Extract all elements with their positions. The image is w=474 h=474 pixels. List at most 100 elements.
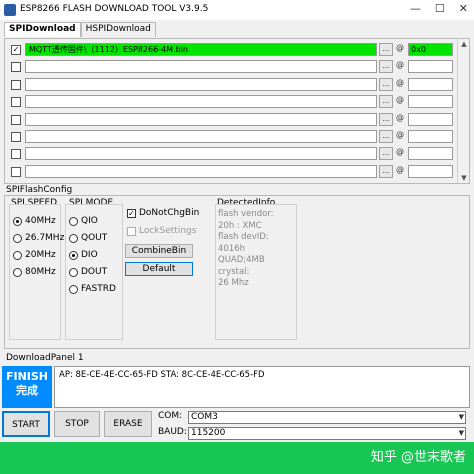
flash-address-input[interactable]: 0x0	[408, 43, 453, 56]
app-icon	[4, 4, 16, 16]
baud-rate-select[interactable]: 115200 ▼	[188, 427, 466, 440]
window-title: ESP8266 FLASH DOWNLOAD TOOL V3.9.5	[20, 4, 209, 14]
flash-address-input[interactable]	[408, 77, 453, 91]
tab-spidownload[interactable]: SPIDownload	[4, 22, 81, 37]
flash-address-input[interactable]	[408, 130, 453, 143]
file-path-input[interactable]: MQTT透传固件\（1112）ESP8266-4M.bin	[25, 43, 377, 56]
spi-speed-option[interactable]: 80MHz	[13, 267, 56, 277]
tab-hspidownload[interactable]: HSPIDownload	[80, 22, 156, 37]
file-enable-checkbox[interactable]	[11, 132, 21, 142]
file-row: ... @	[5, 59, 471, 74]
browse-button[interactable]: ...	[379, 112, 393, 126]
file-path-input[interactable]	[25, 95, 377, 109]
flash-address-input[interactable]	[408, 164, 453, 178]
baud-label: BAUD:	[158, 427, 187, 437]
file-row: ... @	[5, 94, 471, 109]
window-controls: — ☐ ✕	[410, 2, 468, 15]
tab-strip: SPIDownload HSPIDownload	[4, 22, 156, 38]
lock-settings-checkbox[interactable]	[127, 226, 136, 236]
spi-mode-option[interactable]: FASTRD	[69, 284, 116, 294]
spi-speed-option[interactable]: 40MHz	[13, 216, 56, 226]
radio-icon[interactable]	[69, 216, 78, 226]
spi-mode-option[interactable]: QOUT	[69, 233, 107, 243]
file-row: ... @	[5, 77, 471, 92]
browse-button[interactable]: ...	[379, 60, 393, 74]
chevron-down-icon: ▼	[458, 429, 464, 437]
file-path-input[interactable]	[25, 147, 377, 161]
status-finish-text: FINISH	[5, 370, 49, 383]
file-enable-checkbox[interactable]	[11, 114, 21, 125]
chevron-down-icon: ▼	[458, 413, 464, 421]
file-path-input[interactable]	[25, 130, 377, 143]
radio-icon[interactable]	[13, 216, 22, 226]
browse-button[interactable]: ...	[379, 43, 393, 56]
erase-button[interactable]: ERASE	[104, 411, 152, 437]
stop-button[interactable]: STOP	[54, 411, 100, 437]
browse-button[interactable]: ...	[379, 95, 393, 109]
file-list-scrollbar[interactable]: ▲ ▼	[457, 39, 469, 183]
radio-icon[interactable]	[13, 267, 22, 277]
at-symbol: @	[396, 60, 404, 70]
spi-mode-option[interactable]: QIO	[69, 216, 98, 226]
flash-address-input[interactable]	[408, 112, 453, 126]
file-enable-checkbox[interactable]	[11, 149, 21, 160]
spi-speed-option[interactable]: 20MHz	[13, 250, 56, 260]
at-symbol: @	[396, 130, 404, 139]
spi-mode-label: QIO	[81, 216, 98, 226]
baud-rate-value: 115200	[191, 428, 226, 438]
radio-icon[interactable]	[13, 233, 22, 243]
spi-speed-label: 80MHz	[25, 267, 56, 277]
do-not-chg-bin-checkbox[interactable]: ✓	[127, 208, 136, 218]
minimize-button[interactable]: —	[410, 2, 421, 15]
radio-icon[interactable]	[69, 233, 78, 243]
do-not-chg-bin-option[interactable]: ✓ DoNotChgBin	[127, 208, 199, 218]
mac-info-log: AP: 8E-CE-4E-CC-65-FD STA: 8C-CE-4E-CC-6…	[54, 366, 470, 408]
spi-flash-config-panel: SPI SPEED 40MHz 26.7MHz 20MHz 80MHz SPI MOD…	[4, 195, 470, 349]
maximize-button[interactable]: ☐	[435, 2, 445, 15]
spi-mode-option[interactable]: DIO	[69, 250, 98, 260]
browse-button[interactable]: ...	[379, 147, 393, 161]
file-row: ... @	[5, 164, 471, 179]
default-button[interactable]: Default	[125, 262, 193, 276]
radio-icon[interactable]	[69, 284, 78, 294]
detected-info-text: flash vendor: 20h : XMC flash devID: 401…	[218, 209, 274, 288]
start-button[interactable]: START	[2, 411, 50, 437]
at-symbol: @	[396, 43, 404, 52]
com-port-select[interactable]: COM3 ▼	[188, 411, 466, 424]
combine-bin-button[interactable]: CombineBin	[125, 244, 193, 258]
file-path-input[interactable]	[25, 60, 377, 74]
flash-address-input[interactable]	[408, 147, 453, 161]
file-enable-checkbox[interactable]	[11, 62, 21, 73]
file-enable-checkbox[interactable]	[11, 97, 21, 108]
file-path-input[interactable]	[25, 164, 377, 178]
do-not-chg-bin-label: DoNotChgBin	[139, 208, 200, 218]
com-port-value: COM3	[191, 412, 218, 422]
flash-address-input[interactable]	[408, 60, 453, 74]
radio-icon[interactable]	[69, 267, 78, 277]
com-label: COM:	[158, 411, 183, 421]
browse-button[interactable]: ...	[379, 77, 393, 91]
spi-speed-label: 20MHz	[25, 250, 56, 260]
spi-mode-option[interactable]: DOUT	[69, 267, 107, 277]
scroll-down-icon[interactable]: ▼	[459, 174, 469, 182]
browse-button[interactable]: ...	[379, 164, 393, 178]
scroll-up-icon[interactable]: ▲	[459, 40, 469, 48]
spi-speed-option[interactable]: 26.7MHz	[13, 233, 64, 243]
file-path-input[interactable]	[25, 112, 377, 126]
watermark: 知乎 @世末歌者	[371, 446, 466, 465]
file-enable-checkbox[interactable]: ✓	[11, 45, 21, 55]
browse-button[interactable]: ...	[379, 130, 393, 143]
file-enable-checkbox[interactable]	[11, 79, 21, 90]
file-row: ... @	[5, 112, 471, 127]
lock-settings-option[interactable]: LockSettings	[127, 226, 196, 236]
file-path-input[interactable]	[25, 77, 377, 91]
spi-mode-label: QOUT	[81, 233, 108, 243]
spi-flash-config-label: SPIFlashConfig	[6, 185, 73, 195]
file-enable-checkbox[interactable]	[11, 166, 21, 177]
radio-icon[interactable]	[13, 250, 22, 260]
close-button[interactable]: ✕	[459, 2, 468, 15]
status-finish-cn-text: 完成	[16, 384, 38, 397]
radio-icon[interactable]	[69, 250, 78, 260]
flash-address-input[interactable]	[408, 95, 453, 109]
lock-settings-label: LockSettings	[139, 226, 197, 236]
